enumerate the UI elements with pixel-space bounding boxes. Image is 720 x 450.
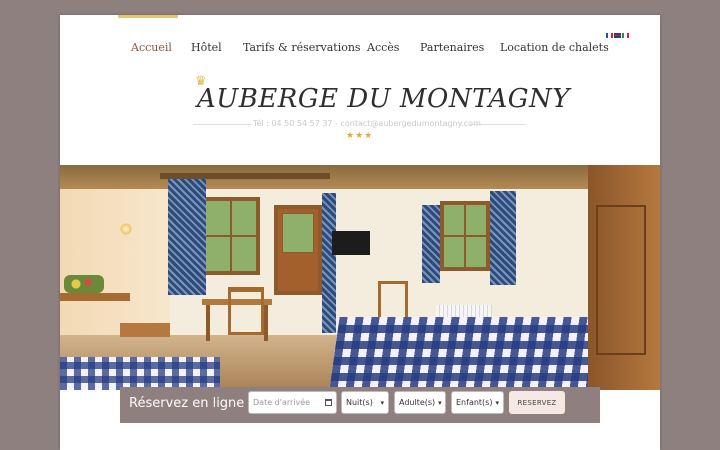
adults-select[interactable]: Adulte(s) ▾ (394, 391, 446, 414)
main-nav: Accueil Hôtel Tarifs & réservations Accè… (60, 15, 660, 65)
page-container: Accueil Hôtel Tarifs & réservations Accè… (60, 15, 660, 450)
active-indicator (118, 15, 178, 18)
double-bed (328, 317, 630, 390)
wooden-door (588, 165, 660, 390)
calendar-icon (325, 399, 332, 406)
hotel-rating-stars: ★★★ (346, 131, 374, 141)
bench (120, 323, 170, 337)
wall-lamp (120, 223, 132, 235)
adults-value: Adulte(s) (399, 398, 436, 407)
divider-right (470, 124, 525, 125)
hero-image (60, 165, 660, 390)
window-right (440, 201, 490, 271)
curtain (422, 205, 440, 283)
ceiling (60, 165, 660, 189)
divider-left (193, 124, 251, 125)
site-logo[interactable]: AUBERGE DU MONTAGNY (197, 84, 570, 114)
curtain (490, 191, 516, 285)
contact-info: Tél : 04 50 54 57 37 - contact@aubergedu… (253, 119, 481, 128)
balcony-door (274, 205, 322, 295)
en-flag-icon[interactable] (614, 33, 621, 38)
flower-pot (64, 275, 104, 293)
language-switcher (606, 33, 629, 38)
chair (228, 287, 264, 335)
nav-item-tarifs[interactable]: Tarifs & réservations (243, 41, 361, 54)
children-value: Enfant(s) (456, 398, 493, 407)
it-flag-icon[interactable] (622, 33, 629, 38)
reserve-button[interactable]: RESERVEZ (509, 391, 565, 414)
curtain (322, 193, 336, 333)
fr-flag-icon[interactable] (606, 33, 613, 38)
desk-leg (206, 305, 210, 341)
arrival-date-placeholder: Date d'arrivée (253, 398, 311, 407)
booking-title: Réservez en ligne : (129, 396, 253, 411)
single-bed (60, 357, 220, 390)
nights-value: Nuit(s) (346, 398, 373, 407)
nav-item-acces[interactable]: Accès (367, 41, 399, 54)
nav-item-location-chalets[interactable]: Location de chalets (500, 41, 609, 54)
chevron-down-icon: ▾ (380, 398, 384, 407)
booking-form: Réservez en ligne : Date d'arrivée Nuit(… (120, 387, 600, 423)
children-select[interactable]: Enfant(s) ▾ (451, 391, 504, 414)
chevron-down-icon: ▾ (495, 398, 499, 407)
nav-item-partenaires[interactable]: Partenaires (420, 41, 484, 54)
chevron-down-icon: ▾ (438, 398, 442, 407)
curtain (168, 179, 206, 295)
television (332, 231, 370, 255)
shelf (60, 293, 130, 301)
window-left (202, 197, 260, 275)
nav-item-hotel[interactable]: Hôtel (191, 41, 222, 54)
arrival-date-input[interactable]: Date d'arrivée (248, 391, 337, 414)
desk-leg (264, 305, 268, 341)
nav-item-accueil[interactable]: Accueil (131, 41, 172, 54)
nights-select[interactable]: Nuit(s) ▾ (341, 391, 389, 414)
